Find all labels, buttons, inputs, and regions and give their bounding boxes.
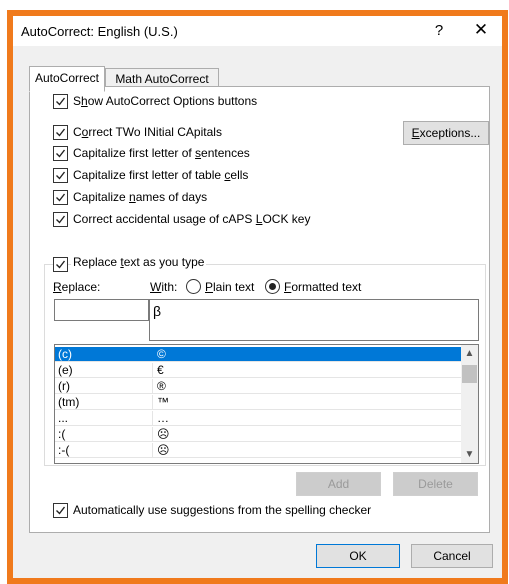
tab-autocorrect[interactable]: AutoCorrect xyxy=(29,66,105,92)
correct-two-initial-checkbox[interactable] xyxy=(53,125,68,140)
close-icon[interactable]: ✕ xyxy=(470,20,492,40)
spelling-suggestions-checkbox[interactable] xyxy=(53,503,68,518)
with-label: With: xyxy=(150,280,178,294)
spelling-suggestions-label: Automatically use suggestions from the s… xyxy=(73,503,372,517)
scroll-up-icon[interactable]: ▲ xyxy=(461,345,478,362)
show-options-label: Show AutoCorrect Options buttons xyxy=(73,94,258,108)
scroll-thumb[interactable] xyxy=(462,365,477,383)
caps-lock-checkbox[interactable] xyxy=(53,212,68,227)
plain-text-radio[interactable] xyxy=(186,279,201,294)
formatted-text-label: Formatted text xyxy=(284,280,362,294)
list-item[interactable]: (r) ® xyxy=(55,379,461,394)
caps-lock-label: Correct accidental usage of cAPS LOCK ke… xyxy=(73,212,311,226)
list-item[interactable]: :-(☹ xyxy=(55,443,461,458)
capitalize-table-cells-label: Capitalize first letter of table cells xyxy=(73,168,249,182)
window-title: AutoCorrect: English (U.S.) xyxy=(21,24,178,39)
with-value: β xyxy=(153,303,162,319)
cancel-button[interactable]: Cancel xyxy=(411,544,493,568)
capitalize-sentences-label: Capitalize first letter of sentences xyxy=(73,146,250,160)
formatted-text-radio[interactable] xyxy=(265,279,280,294)
scroll-down-icon[interactable]: ▼ xyxy=(461,446,478,463)
title-bar: AutoCorrect: English (U.S.) ? ✕ xyxy=(13,16,502,46)
capitalize-days-checkbox[interactable] xyxy=(53,190,68,205)
help-icon[interactable]: ? xyxy=(429,22,449,39)
list-item[interactable]: ...… xyxy=(55,411,461,426)
show-options-checkbox[interactable] xyxy=(53,94,68,109)
correct-two-initial-label: Correct TWo INitial CApitals xyxy=(73,125,222,139)
list-item[interactable]: (c) © xyxy=(55,347,461,362)
replace-text-checkbox[interactable] xyxy=(53,257,68,272)
capitalize-table-cells-checkbox[interactable] xyxy=(53,168,68,183)
replace-label: Replace: xyxy=(53,280,101,294)
list-item[interactable]: :(☹ xyxy=(55,427,461,442)
exceptions-button[interactable]: Exceptions... xyxy=(403,121,489,145)
ok-button[interactable]: OK xyxy=(316,544,400,568)
with-input[interactable]: β xyxy=(149,299,479,341)
list-item[interactable]: (e) € xyxy=(55,363,461,378)
capitalize-sentences-checkbox[interactable] xyxy=(53,146,68,161)
list-scrollbar[interactable]: ▲ ▼ xyxy=(461,345,478,463)
list-item[interactable]: (tm) ™ xyxy=(55,395,461,410)
replace-text-label: Replace text as you type xyxy=(71,255,207,269)
delete-button[interactable]: Delete xyxy=(393,472,478,496)
plain-text-label: Plain text xyxy=(205,280,255,294)
replace-input[interactable] xyxy=(54,299,149,321)
add-button[interactable]: Add xyxy=(296,472,381,496)
autocorrect-entries-list[interactable]: (c) © (e) € (r) ® (tm) ™ ...… :(☹ :-(☹ ▲ ▼ xyxy=(54,344,479,464)
capitalize-days-label: Capitalize names of days xyxy=(73,190,208,204)
